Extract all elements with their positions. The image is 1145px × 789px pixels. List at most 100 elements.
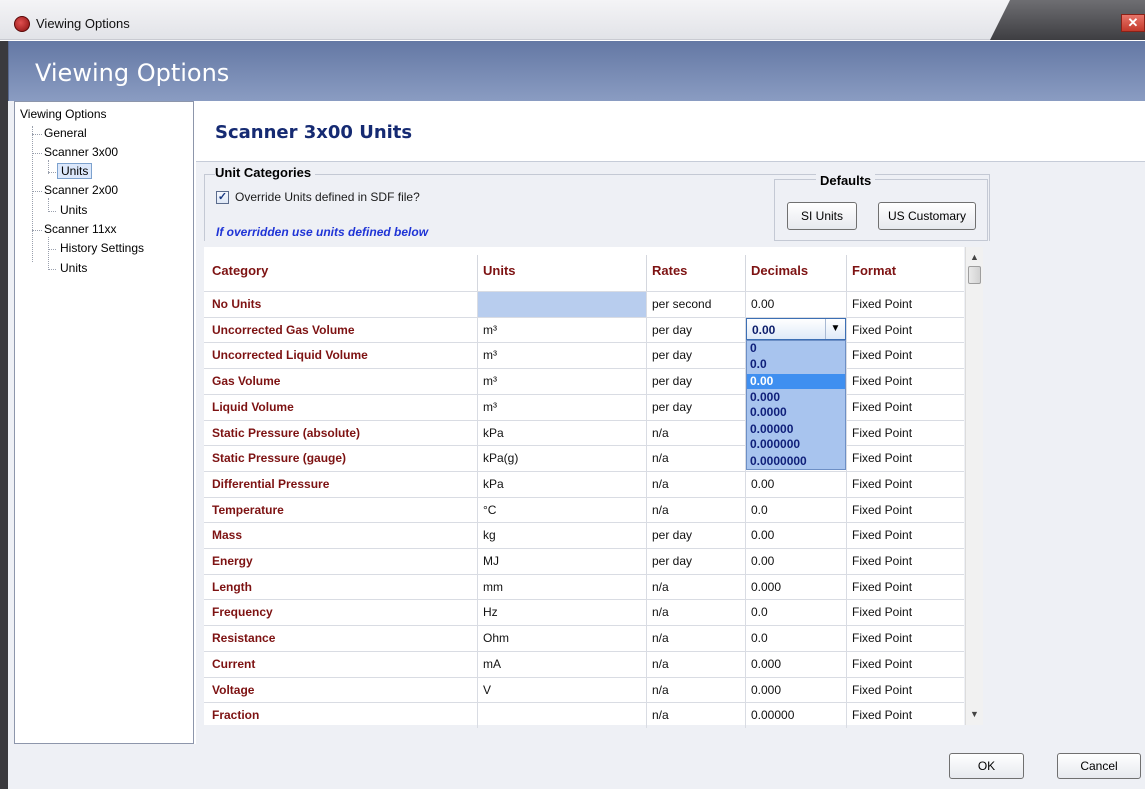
cell-units[interactable]: kPa — [478, 421, 646, 446]
cell-format[interactable]: Fixed Point — [847, 369, 964, 394]
cell-units[interactable]: m³ — [478, 318, 646, 343]
cell-units[interactable]: m³ — [478, 395, 646, 420]
table-row[interactable]: Liquid Volume m³ per day Fixed Point — [204, 393, 964, 420]
header-format[interactable]: Format — [852, 263, 896, 278]
cell-decimals[interactable]: 0.0 — [746, 600, 846, 625]
cell-format[interactable]: Fixed Point — [847, 343, 964, 368]
cell-units[interactable]: V — [478, 678, 646, 703]
dropdown-option[interactable]: 0.000 — [747, 390, 845, 405]
cell-format[interactable]: Fixed Point — [847, 523, 964, 548]
header-rates[interactable]: Rates — [652, 263, 687, 278]
header-category[interactable]: Category — [212, 263, 268, 278]
cell-decimals[interactable]: 0.0 — [746, 626, 846, 651]
cell-units[interactable]: mm — [478, 575, 646, 600]
cell-rates[interactable]: per second — [647, 292, 745, 317]
cell-format[interactable]: Fixed Point — [847, 292, 964, 317]
cell-rates[interactable]: n/a — [647, 600, 745, 625]
cancel-button[interactable]: Cancel — [1057, 753, 1141, 779]
cell-units[interactable]: kPa — [478, 472, 646, 497]
dropdown-option[interactable]: 0.00 — [747, 374, 845, 389]
cell-units[interactable]: kPa(g) — [478, 446, 646, 471]
table-row[interactable]: Voltage Vn/a 0.000 Fixed Point — [204, 676, 964, 703]
ok-button[interactable]: OK — [949, 753, 1024, 779]
tree-item-scanner-2x00-units[interactable]: Units — [60, 203, 87, 217]
cell-rates[interactable]: n/a — [647, 472, 745, 497]
cell-decimals[interactable]: 0.00 — [746, 472, 846, 497]
dropdown-option[interactable]: 0 — [747, 341, 845, 356]
cell-rates[interactable]: per day — [647, 343, 745, 368]
tree-item-scanner-11xx[interactable]: Scanner 11xx — [44, 222, 117, 236]
cell-units[interactable]: mA — [478, 652, 646, 677]
dropdown-option[interactable]: 0.0000000 — [747, 454, 845, 469]
cell-rates[interactable]: per day — [647, 318, 745, 343]
cell-rates[interactable]: n/a — [647, 626, 745, 651]
decimals-combobox[interactable]: 0.00 ▼ — [746, 318, 846, 340]
cell-rates[interactable]: n/a — [647, 498, 745, 523]
table-row[interactable]: No Units per second 0.00 Fixed Point — [204, 291, 964, 317]
table-row[interactable]: Frequency Hz n/a 0.0 Fixed Point — [204, 599, 964, 626]
cell-format[interactable]: Fixed Point — [847, 421, 964, 446]
cell-rates[interactable]: n/a — [647, 652, 745, 677]
override-checkbox[interactable]: ✓ — [216, 190, 229, 204]
cell-format[interactable]: Fixed Point — [847, 600, 964, 625]
dropdown-option[interactable]: 0.00000 — [747, 422, 845, 437]
cell-format[interactable]: Fixed Point — [847, 575, 964, 600]
dropdown-option[interactable]: 0.0 — [747, 357, 845, 372]
override-units-option[interactable]: ✓ Override Units defined in SDF file? — [216, 190, 420, 204]
cell-units[interactable]: MJ — [478, 549, 646, 574]
cell-rates[interactable]: n/a — [647, 678, 745, 703]
cell-units[interactable]: kg — [478, 523, 646, 548]
tree-item-scanner-11xx-units[interactable]: Units — [60, 261, 87, 275]
table-row[interactable]: Differential Pressure kPa n/a 0.00 Fixed Poi… — [204, 470, 964, 497]
scroll-down-arrow[interactable]: ▼ — [966, 706, 983, 723]
cell-format[interactable]: Fixed Point — [847, 498, 964, 523]
cell-decimals[interactable]: 0.000 — [746, 652, 846, 677]
table-row[interactable]: Temperature °C n/a 0.0 Fixed Point — [204, 496, 964, 523]
table-row[interactable]: Static Pressure (gauge) kPa(g) n/a Fixed Po… — [204, 445, 964, 472]
cell-format[interactable]: Fixed Point — [847, 626, 964, 651]
cell-rates[interactable]: n/a — [647, 703, 745, 728]
cell-units[interactable]: °C — [478, 498, 646, 523]
tree-item-scanner-3x00[interactable]: Scanner 3x00 — [44, 145, 118, 159]
us-customary-button[interactable]: US Customary — [878, 202, 976, 230]
scroll-up-arrow[interactable]: ▲ — [966, 249, 983, 266]
cell-units[interactable]: Ohm — [478, 626, 646, 651]
cell-rates[interactable]: n/a — [647, 446, 745, 471]
cell-rates[interactable]: per day — [647, 395, 745, 420]
header-decimals[interactable]: Decimals — [751, 263, 808, 278]
chevron-down-icon[interactable]: ▼ — [825, 319, 845, 339]
table-row[interactable]: Uncorrected Gas Volume m³per day 0.00 Fixed… — [204, 316, 964, 343]
cell-rates[interactable]: per day — [647, 523, 745, 548]
cell-decimals[interactable]: 0.00 — [746, 523, 846, 548]
cell-decimals[interactable]: 0.00 — [746, 549, 846, 574]
cell-decimals[interactable]: 0.000 — [746, 678, 846, 703]
table-row[interactable]: Mass kg per day 0.00 Fixed Point — [204, 522, 964, 549]
grid-scrollbar[interactable]: ▲ ▼ — [965, 247, 983, 725]
table-row[interactable]: Current mA n/a 0.000 Fixed Point — [204, 650, 964, 677]
cell-rates[interactable]: per day — [647, 369, 745, 394]
cell-format[interactable]: Fixed Point — [847, 318, 964, 343]
cell-format[interactable]: Fixed Point — [847, 472, 964, 497]
table-row[interactable]: Resistance Ohm n/a 0.0 Fixed Point — [204, 625, 964, 652]
cell-units[interactable]: m³ — [478, 343, 646, 368]
dropdown-option[interactable]: 0.0000 — [747, 405, 845, 420]
cell-format[interactable]: Fixed Point — [847, 678, 964, 703]
cell-decimals[interactable]: 0.00000 — [746, 703, 846, 728]
tree-item-general[interactable]: General — [44, 126, 87, 140]
close-button[interactable]: ✕ — [1121, 14, 1145, 32]
cell-format[interactable]: Fixed Point — [847, 652, 964, 677]
dropdown-option[interactable]: 0.000000 — [747, 437, 845, 452]
si-units-button[interactable]: SI Units — [787, 202, 857, 230]
tree-item-scanner-2x00[interactable]: Scanner 2x00 — [44, 183, 118, 197]
cell-rates[interactable]: n/a — [647, 421, 745, 446]
table-row[interactable]: Uncorrected Liquid Volume m³ per day Fixed … — [204, 342, 964, 369]
cell-decimals[interactable]: 0.000 — [746, 575, 846, 600]
cell-units[interactable]: m³ — [478, 369, 646, 394]
table-row[interactable]: Length mm n/a 0.000 Fixed Point — [204, 573, 964, 600]
table-row[interactable]: Gas Volume m³ per day Fixed Point — [204, 368, 964, 395]
cell-units[interactable] — [478, 292, 646, 317]
tree-item-viewing-options[interactable]: Viewing Options — [20, 107, 107, 121]
table-row[interactable]: Energy MJ per day 0.00 Fixed Point — [204, 548, 964, 574]
table-row[interactable]: Static Pressure (absolute) kPa n/a Fixed Po… — [204, 419, 964, 446]
cell-format[interactable]: Fixed Point — [847, 549, 964, 574]
